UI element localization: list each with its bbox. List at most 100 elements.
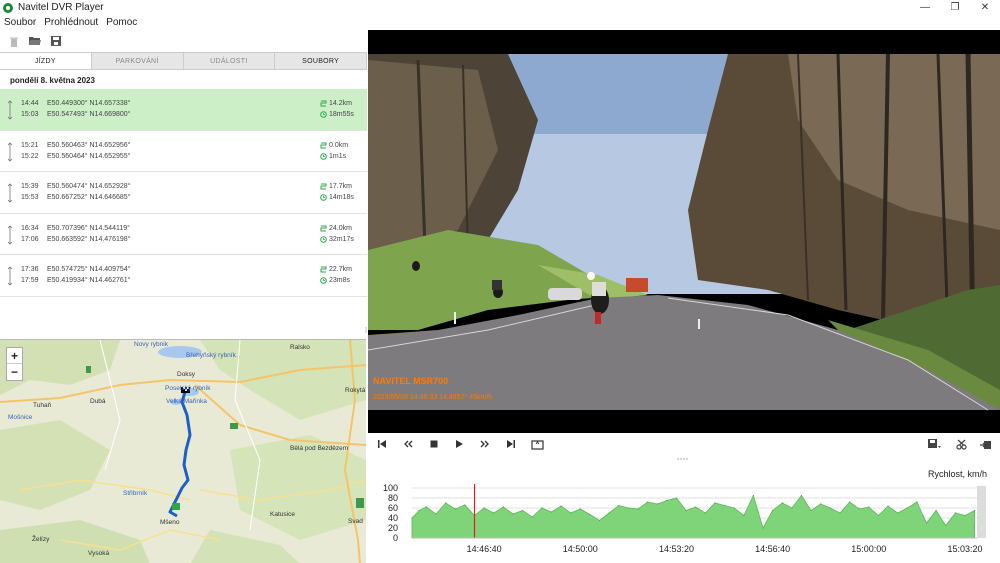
minimize-button[interactable]: —	[910, 0, 940, 15]
tab-parkovani[interactable]: PARKOVÁNÍ	[91, 53, 184, 69]
skip-start-icon[interactable]	[374, 436, 390, 452]
save-icon[interactable]	[927, 436, 943, 452]
trip-duration-value: 18m55s	[329, 111, 354, 118]
rewind-icon[interactable]	[400, 436, 416, 452]
speed-data-point	[887, 505, 889, 507]
speed-data-point	[637, 508, 639, 510]
speed-data-point	[454, 508, 456, 510]
trip-direction-icon	[7, 141, 13, 162]
trip-row[interactable]: 14:44 15:03 E50.449300° N14.657338° E50.547…	[0, 89, 367, 131]
x-tick-label: 14:50:00	[563, 544, 598, 554]
speed-data-point	[858, 508, 860, 510]
zoom-control: + −	[6, 347, 23, 381]
trip-end-coords: E50.663592° N14.476198°	[47, 235, 131, 243]
speed-data-point	[531, 516, 533, 518]
video-overlay-info: 2023/05/08 14:46:33 14.4857° 45km/h	[373, 394, 493, 401]
route-map[interactable]: + − Novy rybnik Břehyňský rybník Ralsko Dok…	[0, 339, 366, 563]
splitter-handle[interactable]	[365, 320, 367, 333]
speed-data-point	[974, 509, 976, 512]
trip-duration: 1m1s	[320, 153, 346, 160]
speed-data-point	[916, 501, 918, 503]
playback-controls	[368, 433, 1000, 455]
video-overlay-brand: NAVITEL MSR700	[373, 376, 449, 386]
skip-end-icon[interactable]	[503, 436, 519, 452]
trip-end-coords: E50.667252° N14.646685°	[47, 194, 131, 201]
trip-start-coords: E50.560463° N14.652956°	[47, 141, 131, 149]
trip-duration-value: 1m1s	[329, 152, 347, 160]
y-tick-label: 20	[388, 523, 398, 533]
menu-bar: Soubor Prohlédnout Pomoc	[0, 15, 1000, 30]
trip-distance: 14.2km	[320, 100, 352, 107]
map-place-label: Břehyňský rybník	[186, 352, 236, 359]
close-button[interactable]: ✕	[970, 0, 1000, 15]
trash-icon[interactable]	[6, 33, 22, 49]
speed-data-point	[425, 506, 427, 508]
map-place-label: Velká Mařinka	[166, 398, 207, 405]
map-place-label: Poselský rybník	[165, 385, 211, 392]
speed-data-point	[724, 504, 726, 507]
speed-data-point	[656, 503, 658, 505]
trip-row[interactable]: 15:39 15:53 E50.560474° N14.652928° E50.667…	[0, 172, 367, 214]
cut-icon[interactable]	[953, 436, 969, 452]
tab-udalosti[interactable]: UDÁLOSTI	[183, 53, 276, 69]
screenshot-icon[interactable]	[529, 436, 545, 452]
trip-distance-value: 0.0km	[329, 141, 349, 149]
start-marker-icon	[172, 503, 180, 510]
folder-open-icon[interactable]	[27, 33, 43, 49]
trip-end-coords: E50.419934° N14.462761°	[47, 277, 131, 284]
clock-icon	[320, 194, 327, 201]
play-icon[interactable]	[451, 436, 467, 452]
trip-row[interactable]: 16:34 17:06 E50.707396° N14.544119° E50.663…	[0, 214, 367, 255]
map-place-label: Mošnice	[8, 414, 33, 421]
map-place-label: Ralsko	[290, 344, 310, 351]
export-icon[interactable]	[978, 436, 994, 452]
tab-soubory[interactable]: SOUBORY	[275, 53, 367, 69]
menu-pomoc[interactable]: Pomoc	[106, 17, 137, 28]
zoom-in-button[interactable]: +	[7, 348, 22, 364]
speed-data-point	[877, 514, 879, 517]
trip-row[interactable]: 15:21 15:22 E50.560463° N14.652956° E50.560…	[0, 131, 367, 172]
map-place-label: Rokytá	[345, 387, 366, 394]
clock-icon	[320, 111, 327, 118]
trip-end-time: 17:06	[21, 235, 39, 243]
fast-forward-icon[interactable]	[477, 436, 493, 452]
save-icon[interactable]	[48, 33, 64, 49]
route-icon	[320, 225, 327, 231]
speed-data-point	[502, 506, 504, 508]
menu-prohlednout[interactable]: Prohlédnout	[44, 17, 98, 28]
clock-icon	[320, 235, 327, 243]
y-tick-label: 100	[383, 483, 398, 493]
trip-duration-value: 14m18s	[329, 194, 354, 201]
zoom-out-button[interactable]: −	[7, 364, 22, 380]
speed-data-point	[445, 502, 447, 504]
speed-data-point	[964, 514, 966, 517]
trip-direction-icon	[7, 224, 13, 245]
speed-data-point	[435, 513, 437, 515]
x-tick-label: 15:00:00	[851, 544, 886, 554]
trip-duration: 23m8s	[320, 277, 350, 284]
trip-list: 14:44 15:03 E50.449300° N14.657338° E50.547…	[0, 89, 367, 297]
speed-data-point	[752, 494, 754, 497]
menu-soubor[interactable]: Soubor	[4, 17, 36, 28]
speed-data-point	[954, 512, 957, 514]
map-place-label: Tuhaň	[33, 402, 52, 409]
trip-duration-value: 32m17s	[329, 235, 354, 243]
speed-data-point	[925, 522, 928, 524]
trip-row[interactable]: 17:36 17:59 E50.574725° N14.409754° E50.419…	[0, 255, 367, 297]
route-icon	[320, 142, 327, 148]
video-player[interactable]: NAVITEL MSR700 2023/05/08 14:46:33 14.48…	[368, 30, 1000, 433]
app-window: Navitel DVR Player — ❐ ✕ Soubor Prohlédn…	[0, 0, 1000, 563]
trip-end-time: 15:03	[21, 111, 39, 118]
speed-chart[interactable]: Rychlost, km/h 0 20 40 60 80 100 14:46:40 14:50…	[368, 458, 1000, 563]
map-place-label: Novy rybnik	[134, 341, 168, 348]
speed-data-point	[541, 507, 543, 509]
trip-start-time: 15:21	[21, 141, 39, 149]
tab-jizdy[interactable]: JÍZDY	[0, 53, 92, 69]
map-place-label: Dubá	[90, 398, 106, 405]
maximize-button[interactable]: ❐	[940, 0, 970, 15]
clock-icon	[320, 152, 327, 160]
speed-data-point	[685, 509, 687, 512]
stop-icon[interactable]	[426, 436, 442, 452]
speed-data-point	[512, 513, 514, 515]
trip-duration-value: 23m8s	[329, 277, 351, 284]
